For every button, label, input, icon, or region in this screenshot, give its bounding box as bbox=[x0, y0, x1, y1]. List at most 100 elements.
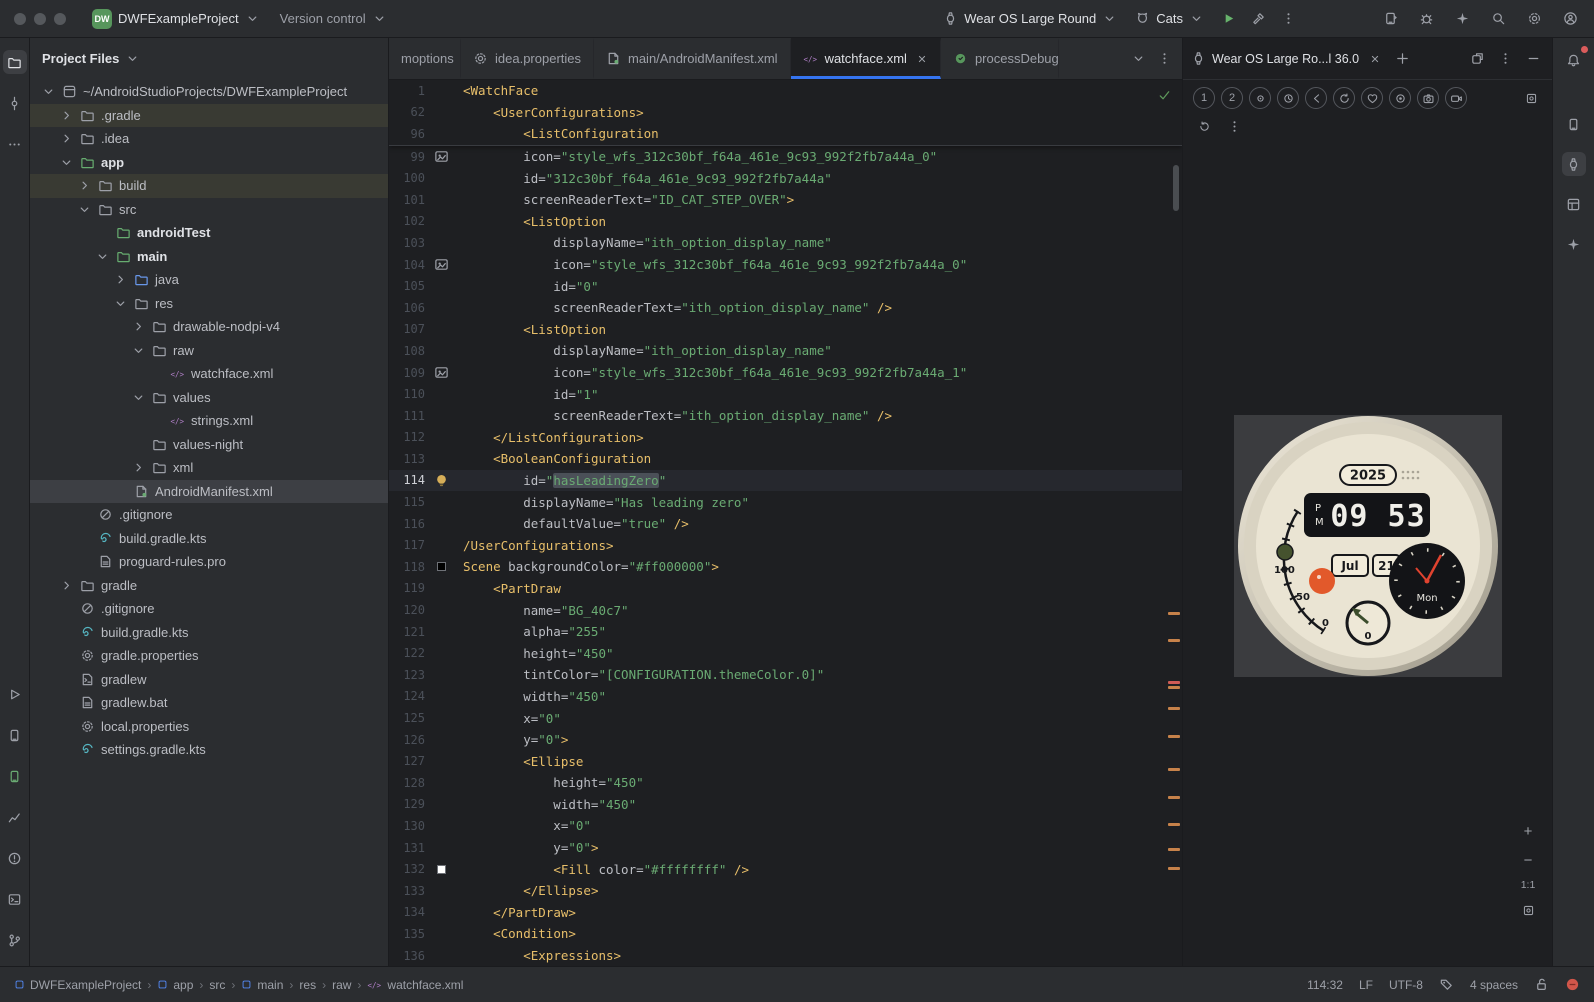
file-encoding[interactable]: UTF-8 bbox=[1389, 978, 1423, 992]
stripe-mark[interactable] bbox=[1168, 686, 1180, 689]
chevron-down-icon[interactable] bbox=[130, 390, 146, 405]
chevron-right-icon[interactable] bbox=[58, 578, 74, 593]
tab-processdebug[interactable]: processDebug bbox=[941, 38, 1059, 79]
settings-icon[interactable] bbox=[1520, 5, 1548, 33]
stripe-mark[interactable] bbox=[1168, 768, 1180, 771]
terminal-icon[interactable] bbox=[3, 887, 27, 911]
code-line-117[interactable]: 117/UserConfigurations> bbox=[389, 534, 1182, 556]
tree-item-gradle[interactable]: .gradle bbox=[30, 103, 388, 127]
code-line-121[interactable]: 121 alpha="255" bbox=[389, 621, 1182, 643]
close-window-button[interactable] bbox=[14, 12, 26, 25]
tree-item-xml[interactable]: xml bbox=[30, 456, 388, 480]
run-icon[interactable] bbox=[3, 682, 27, 706]
breadcrumb-res[interactable]: res bbox=[299, 978, 316, 992]
tree-item-gradlew[interactable]: gradlew bbox=[30, 668, 388, 692]
tree-item-local-properties[interactable]: local.properties bbox=[30, 715, 388, 739]
code-line-109[interactable]: 109 icon="style_wfs_312c30bf_f64a_461e_9… bbox=[389, 362, 1182, 384]
search-icon[interactable] bbox=[1484, 5, 1512, 33]
screen-record-button[interactable] bbox=[1445, 87, 1467, 109]
chevron-down-icon[interactable] bbox=[76, 202, 92, 217]
screenshot-button[interactable] bbox=[1518, 900, 1538, 920]
gemini-icon[interactable] bbox=[1562, 232, 1586, 256]
wear-button-1-button[interactable]: 1 bbox=[1193, 87, 1215, 109]
overflow-button[interactable] bbox=[1223, 115, 1245, 137]
stripe-mark[interactable] bbox=[1168, 823, 1180, 826]
minimize-window-button[interactable] bbox=[34, 12, 46, 25]
tree-item-gitignore[interactable]: .gitignore bbox=[30, 503, 388, 527]
tab-main-androidmanifest-xml[interactable]: main/AndroidManifest.xml bbox=[594, 38, 791, 79]
chevron-down-icon[interactable] bbox=[40, 84, 56, 99]
tab-idea-properties[interactable]: idea.properties bbox=[461, 38, 594, 79]
code-line-129[interactable]: 129 width="450" bbox=[389, 794, 1182, 816]
tree-item-androidmanifest-xml[interactable]: AndroidManifest.xml bbox=[30, 479, 388, 503]
tab-options-icon[interactable] bbox=[1152, 47, 1176, 71]
vcs-widget[interactable]: Version control bbox=[272, 8, 395, 29]
tree-item-main[interactable]: main bbox=[30, 245, 388, 269]
tab-watchface-xml[interactable]: </> watchface.xml bbox=[790, 38, 941, 79]
close-device-tab-button[interactable] bbox=[1365, 49, 1385, 69]
code-line-99[interactable]: 99 icon="style_wfs_312c30bf_f64a_461e_9c… bbox=[389, 146, 1182, 168]
project-selector[interactable]: DW DWFExampleProject bbox=[84, 6, 268, 32]
code-line-1[interactable]: 1 <WatchFace bbox=[389, 80, 1182, 102]
tree-item-watchface-xml[interactable]: </> watchface.xml bbox=[30, 362, 388, 386]
chevron-right-icon[interactable] bbox=[130, 460, 146, 475]
tree-item-gradlew-bat[interactable]: gradlew.bat bbox=[30, 691, 388, 715]
tree-item-gradle[interactable]: gradle bbox=[30, 574, 388, 598]
code-line-136[interactable]: 136 <Expressions> bbox=[389, 945, 1182, 966]
tree-item-proguard-rules-pro[interactable]: proguard-rules.pro bbox=[30, 550, 388, 574]
tree-item-java[interactable]: java bbox=[30, 268, 388, 292]
run-button[interactable] bbox=[1214, 5, 1242, 33]
code-line-114[interactable]: 114 id="hasLeadingZero" bbox=[389, 469, 1182, 492]
heart-rate-button[interactable] bbox=[1361, 87, 1383, 109]
zoom-in-button[interactable]: + bbox=[1518, 821, 1538, 841]
chevron-down-icon[interactable] bbox=[130, 343, 146, 358]
chevron-right-icon[interactable] bbox=[58, 131, 74, 146]
tree-item-strings-xml[interactable]: </> strings.xml bbox=[30, 409, 388, 433]
breadcrumb-watchface-xml[interactable]: </> watchface.xml bbox=[367, 977, 464, 992]
snapshot-button[interactable] bbox=[1520, 87, 1542, 109]
indent-setting[interactable]: 4 spaces bbox=[1470, 978, 1518, 992]
tree-item-src[interactable]: src bbox=[30, 198, 388, 222]
chevron-right-icon[interactable] bbox=[76, 178, 92, 193]
zoom-out-button[interactable]: − bbox=[1518, 850, 1538, 870]
code-line-116[interactable]: 116 defaultValue="true" /> bbox=[389, 513, 1182, 535]
device-manager-green-icon[interactable] bbox=[3, 764, 27, 788]
running-devices-icon[interactable] bbox=[1561, 152, 1586, 176]
stripe-mark[interactable] bbox=[1168, 639, 1180, 642]
tab-moptions[interactable]: moptions bbox=[389, 38, 461, 79]
breadcrumb-raw[interactable]: raw bbox=[332, 978, 351, 992]
inspections-ok-icon[interactable] bbox=[1157, 88, 1172, 103]
code-line-119[interactable]: 119 <PartDraw bbox=[389, 578, 1182, 600]
code-line-115[interactable]: 115 displayName="Has leading zero" bbox=[389, 491, 1182, 513]
notification-error-icon[interactable] bbox=[1565, 977, 1580, 992]
project-panel-header[interactable]: Project Files bbox=[30, 38, 388, 78]
tree-item-gradle-properties[interactable]: gradle.properties bbox=[30, 644, 388, 668]
stripe-mark[interactable] bbox=[1168, 681, 1180, 684]
hide-panel-button[interactable] bbox=[1522, 48, 1544, 70]
caret-position[interactable]: 114:32 bbox=[1307, 978, 1343, 992]
gemini-chat-icon[interactable] bbox=[1448, 5, 1476, 33]
code-line-122[interactable]: 122 height="450" bbox=[389, 642, 1182, 664]
close-tab-icon[interactable] bbox=[916, 53, 928, 65]
code-line-134[interactable]: 134 </PartDraw> bbox=[389, 902, 1182, 924]
chevron-right-icon[interactable] bbox=[112, 272, 128, 287]
tree-item-build-gradle-kts[interactable]: build.gradle.kts bbox=[30, 527, 388, 551]
commit-icon[interactable] bbox=[3, 91, 27, 115]
code-line-132[interactable]: 132 <Fill color="#ffffffff" /> bbox=[389, 858, 1182, 880]
user-avatar-icon[interactable] bbox=[1556, 5, 1584, 33]
chevron-down-icon[interactable] bbox=[94, 249, 110, 264]
line-separator[interactable]: LF bbox=[1359, 978, 1373, 992]
code-line-133[interactable]: 133 </Ellipse> bbox=[389, 880, 1182, 902]
tree-item-values[interactable]: values bbox=[30, 386, 388, 410]
stripe-mark[interactable] bbox=[1168, 735, 1180, 738]
button-press-button[interactable] bbox=[1389, 87, 1411, 109]
color-swatch-white[interactable] bbox=[436, 864, 446, 874]
inspection-tag-icon[interactable] bbox=[1439, 977, 1454, 992]
project-icon[interactable] bbox=[2, 50, 27, 74]
hidden-tabs-chevron-icon[interactable] bbox=[1126, 47, 1150, 71]
code-line-113[interactable]: 113 <BooleanConfiguration bbox=[389, 448, 1182, 470]
code-line-125[interactable]: 125 x="0" bbox=[389, 707, 1182, 729]
code-line-124[interactable]: 124 width="450" bbox=[389, 686, 1182, 708]
readonly-lock-icon[interactable] bbox=[1534, 977, 1549, 992]
code-line-100[interactable]: 100 id="312c30bf_f64a_461e_9c93_992f2fb7… bbox=[389, 167, 1182, 189]
